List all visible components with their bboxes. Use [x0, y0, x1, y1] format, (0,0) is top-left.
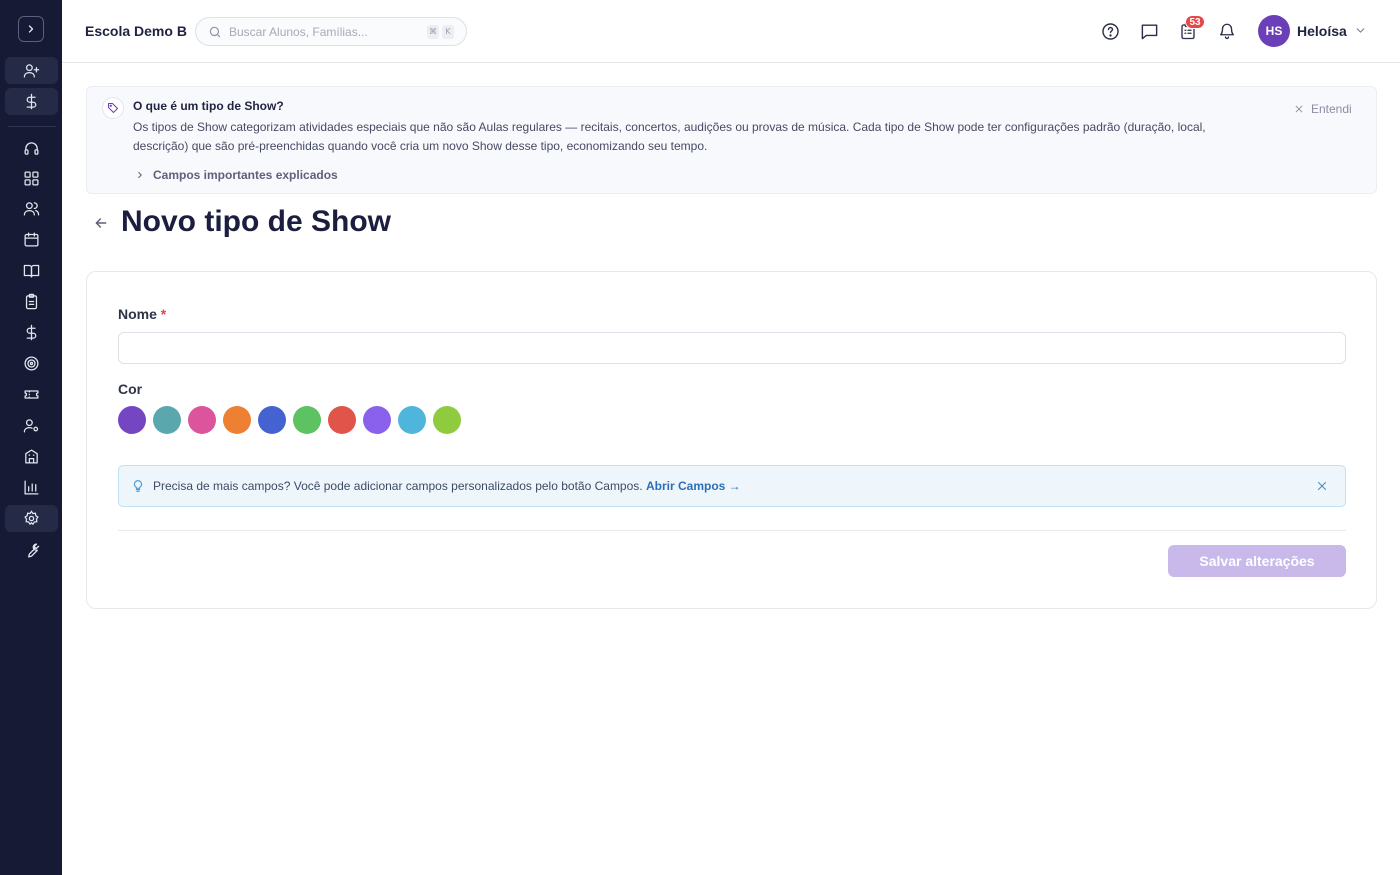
dismiss-info-button[interactable]: Entendi [1294, 102, 1352, 116]
sidebar-toggle-button[interactable] [18, 16, 44, 42]
gear-icon [24, 510, 39, 526]
messages-button[interactable] [1139, 21, 1159, 41]
clipboard-icon [25, 293, 38, 310]
sidebar-item-add-student[interactable] [5, 57, 58, 84]
required-mark: * [160, 306, 167, 322]
color-swatch-9[interactable] [398, 406, 426, 434]
color-swatch-5[interactable] [258, 406, 286, 434]
color-swatch-8[interactable] [363, 406, 391, 434]
close-icon [1317, 481, 1327, 491]
open-fields-link[interactable]: Abrir Campos → [646, 479, 741, 493]
help-circle-icon [1101, 22, 1119, 40]
user-name[interactable]: Heloísa [1297, 23, 1347, 39]
custom-fields-tip: Precisa de mais campos? Você pode adicio… [118, 465, 1346, 507]
color-swatch-10[interactable] [433, 406, 461, 434]
book-icon [23, 264, 40, 278]
chevron-down-icon[interactable] [1354, 24, 1367, 37]
sidebar-item-tasks[interactable] [5, 288, 58, 315]
color-swatch-3[interactable] [188, 406, 216, 434]
sidebar-item-dashboard[interactable] [5, 165, 58, 192]
user-plus-icon [23, 64, 40, 78]
info-description: Os tipos de Show categorizam atividades … [133, 120, 1206, 153]
users-icon [23, 202, 40, 216]
building-icon [25, 449, 38, 464]
ticket-icon [24, 390, 39, 399]
user-settings-icon [23, 419, 39, 433]
name-label: Nome * [118, 306, 166, 322]
chevron-right-icon [138, 171, 142, 179]
color-swatches [118, 406, 461, 434]
sidebar-item-tools[interactable] [5, 537, 58, 564]
wrench-icon [28, 543, 40, 558]
tip-text: Precisa de mais campos? Você pode adicio… [153, 479, 643, 493]
sidebar-item-locations[interactable] [5, 443, 58, 470]
tag-icon [102, 97, 124, 119]
target-icon [24, 356, 39, 371]
sidebar [0, 0, 62, 875]
notifications-button[interactable] [1217, 21, 1237, 41]
sidebar-divider [8, 126, 56, 127]
info-banner: O que é um tipo de Show? Os tipos de Sho… [86, 86, 1377, 194]
message-square-icon [1141, 23, 1157, 39]
info-title: O que é um tipo de Show? [133, 99, 284, 113]
sidebar-item-lessons[interactable] [5, 257, 58, 284]
sidebar-item-payments[interactable] [5, 88, 58, 115]
form-divider [118, 530, 1346, 531]
color-label: Cor [118, 381, 143, 397]
sidebar-item-reports[interactable] [5, 474, 58, 501]
page-title: Novo tipo de Show [121, 205, 391, 238]
help-button[interactable] [1100, 21, 1120, 41]
dismiss-info-label: Entendi [1311, 102, 1352, 116]
important-fields-label: Campos importantes explicados [153, 168, 338, 182]
color-swatch-6[interactable] [293, 406, 321, 434]
name-input[interactable] [118, 332, 1346, 364]
tasks-count-badge: 53 [1185, 15, 1205, 29]
close-icon [1295, 105, 1303, 113]
chevron-right-icon [28, 25, 34, 33]
shortcut-key-cmd: ⌘ [427, 25, 439, 39]
sidebar-item-settings[interactable] [5, 505, 58, 532]
top-header: Escola Demo B ⌘ K 53 HS Heloísa [62, 0, 1400, 63]
sidebar-item-support[interactable] [5, 135, 58, 162]
shortcut-key-k: K [442, 25, 454, 39]
color-swatch-7[interactable] [328, 406, 356, 434]
save-button[interactable]: Salvar alterações [1168, 545, 1346, 577]
sidebar-item-calendar[interactable] [5, 226, 58, 253]
sidebar-item-staff[interactable] [5, 412, 58, 439]
sidebar-item-goals[interactable] [5, 350, 58, 377]
important-fields-toggle[interactable]: Campos importantes explicados [135, 168, 338, 182]
search-box[interactable]: ⌘ K [195, 17, 467, 46]
back-button[interactable] [91, 213, 111, 233]
lightbulb-icon [133, 480, 143, 492]
color-swatch-4[interactable] [223, 406, 251, 434]
bar-chart-icon [24, 480, 39, 495]
dollar-icon [26, 93, 37, 110]
sidebar-item-finance[interactable] [5, 319, 58, 346]
form-card: Nome * Cor Precisa de mais campos? Você … [86, 271, 1377, 609]
tip-message: Precisa de mais campos? Você pode adicio… [153, 479, 741, 493]
color-swatch-2[interactable] [153, 406, 181, 434]
sidebar-item-shows[interactable] [5, 381, 58, 408]
sidebar-item-people[interactable] [5, 195, 58, 222]
school-name: Escola Demo B [85, 23, 187, 39]
search-input[interactable] [229, 23, 419, 41]
headset-icon [24, 142, 39, 155]
close-tip-button[interactable] [1314, 478, 1330, 494]
bell-icon [1219, 23, 1235, 40]
avatar[interactable]: HS [1258, 15, 1290, 47]
dollar-icon [26, 324, 37, 341]
search-icon [209, 26, 221, 38]
arrow-left-icon [95, 218, 107, 228]
color-swatch-1[interactable] [118, 406, 146, 434]
calendar-icon [24, 232, 39, 247]
dashboard-icon [24, 171, 39, 186]
name-label-text: Nome [118, 306, 157, 322]
